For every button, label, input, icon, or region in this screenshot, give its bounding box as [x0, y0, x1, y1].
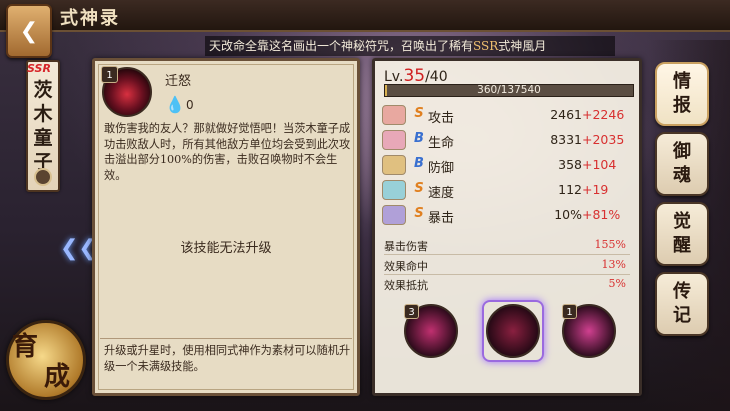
skill-name: 迁怒	[165, 74, 192, 89]
tab-soul[interactable]: 御 魂	[655, 132, 709, 196]
stat-row: B 防御 358 +104	[382, 155, 634, 177]
tab-label: 醒	[673, 235, 691, 256]
sub-stat-label: 效果命中	[384, 260, 428, 273]
ticker-text-suffix: 式神風月	[498, 39, 547, 53]
tab-label: 魂	[673, 165, 691, 186]
skill-slot-2[interactable]	[486, 304, 540, 358]
shikigami-name-char: 童	[33, 127, 53, 149]
level-current: 35	[403, 66, 426, 86]
sub-stat-label: 暴击伤害	[384, 240, 428, 253]
stat-base-value: 2461	[550, 107, 582, 122]
stat-base-value: 112	[558, 182, 582, 197]
tab-label: 觉	[673, 211, 691, 232]
sub-stat-effect-resist: 效果抵抗 5%	[384, 277, 630, 293]
tab-label: 御	[673, 141, 691, 162]
skill-level-badge: 1	[101, 66, 118, 83]
level-max: /40	[425, 69, 448, 85]
sub-stat-value: 5%	[608, 277, 626, 290]
stat-bonus-value: +104	[582, 157, 617, 172]
stat-grade: S	[414, 181, 424, 196]
stat-row: S 攻击 2461 +2246	[382, 105, 634, 127]
defense-icon	[382, 155, 406, 175]
divider	[100, 338, 352, 339]
stat-row: S 速度 112 +19	[382, 180, 634, 202]
tab-label: 情	[673, 71, 691, 92]
rarity-badge: SSR	[27, 62, 51, 75]
crit-icon	[382, 205, 406, 225]
shikigami-name-char: 茨	[33, 79, 53, 101]
stat-bonus-value: +81%	[582, 207, 621, 222]
oni-fire-icon: 💧	[165, 95, 185, 114]
health-icon	[382, 130, 406, 150]
stat-bonus-value: +2035	[582, 132, 625, 147]
sub-stat-crit-damage: 暴击伤害 155%	[384, 238, 630, 254]
cultivate-label-1: 育	[12, 332, 39, 362]
stat-grade: B	[414, 131, 424, 146]
stat-grade: S	[414, 106, 424, 121]
stat-label: 生命	[428, 136, 455, 151]
stat-label: 暴击	[428, 211, 455, 226]
sub-stat-value: 13%	[601, 258, 626, 271]
skill-footer-note: 升级或升星时，使用相同式神作为素材可以随机升级一个未满级技能。	[104, 344, 351, 373]
tab-label: 报	[673, 95, 691, 116]
sub-stat-label: 效果抵抗	[384, 279, 428, 292]
stat-bonus-value: +19	[582, 182, 609, 197]
divider	[384, 254, 630, 255]
stat-label: 速度	[428, 186, 455, 201]
skill-description: 敢伤害我的友人？那就做好觉悟吧！当茨木童子成功击败敌人时，所有其他敌方单位均会受…	[104, 122, 351, 182]
tab-label: 记	[673, 305, 691, 326]
divider	[384, 274, 630, 275]
skill-cost: 0	[186, 98, 194, 112]
shikigami-name-char: 木	[33, 103, 53, 125]
tab-info[interactable]: 情 报	[655, 62, 709, 126]
level-display: Lv.35/40	[384, 66, 448, 86]
stat-label: 防御	[428, 161, 455, 176]
shikigami-name: 茨 木 童 子	[30, 78, 56, 174]
sub-stat-effect-hit: 效果命中 13%	[384, 258, 630, 274]
stat-base-value: 10%	[554, 207, 582, 222]
level-label: Lv.	[384, 69, 404, 85]
stat-row: B 生命 8331 +2035	[382, 130, 634, 152]
ticker-text-ssr: SSR	[473, 39, 499, 53]
tab-label: 传	[673, 281, 691, 302]
attack-icon	[382, 105, 406, 125]
skill-slot-level: 3	[404, 304, 419, 319]
stat-grade: S	[414, 206, 424, 221]
announcement-ticker: 天改命全靠这名画出一个神秘符咒，召唤出了稀有SSR式神風月	[205, 36, 615, 56]
stat-base-value: 8331	[550, 132, 582, 147]
ticker-text-prefix: 天改命全靠这名画出一个神秘符咒，召唤出了稀有	[209, 39, 474, 53]
sub-stat-value: 155%	[594, 238, 626, 251]
skill-slot-level: 1	[562, 304, 577, 319]
page-title: 式神录	[60, 8, 120, 29]
back-arrow-icon: ❮	[19, 18, 39, 44]
speed-icon	[382, 180, 406, 200]
stat-label: 攻击	[428, 111, 455, 126]
emblem-icon	[34, 168, 52, 186]
tab-biography[interactable]: 传 记	[655, 272, 709, 336]
cultivate-label-2: 成	[44, 362, 71, 392]
tab-awaken[interactable]: 觉 醒	[655, 202, 709, 266]
upgrade-note: 该技能无法升级	[180, 241, 272, 256]
stat-base-value: 358	[558, 157, 582, 172]
stat-row: S 暴击 10% +81%	[382, 205, 634, 227]
exp-text: 360/137540	[477, 84, 541, 96]
back-button[interactable]: ❮	[6, 4, 52, 58]
stat-bonus-value: +2246	[582, 107, 625, 122]
stat-grade: B	[414, 156, 424, 171]
